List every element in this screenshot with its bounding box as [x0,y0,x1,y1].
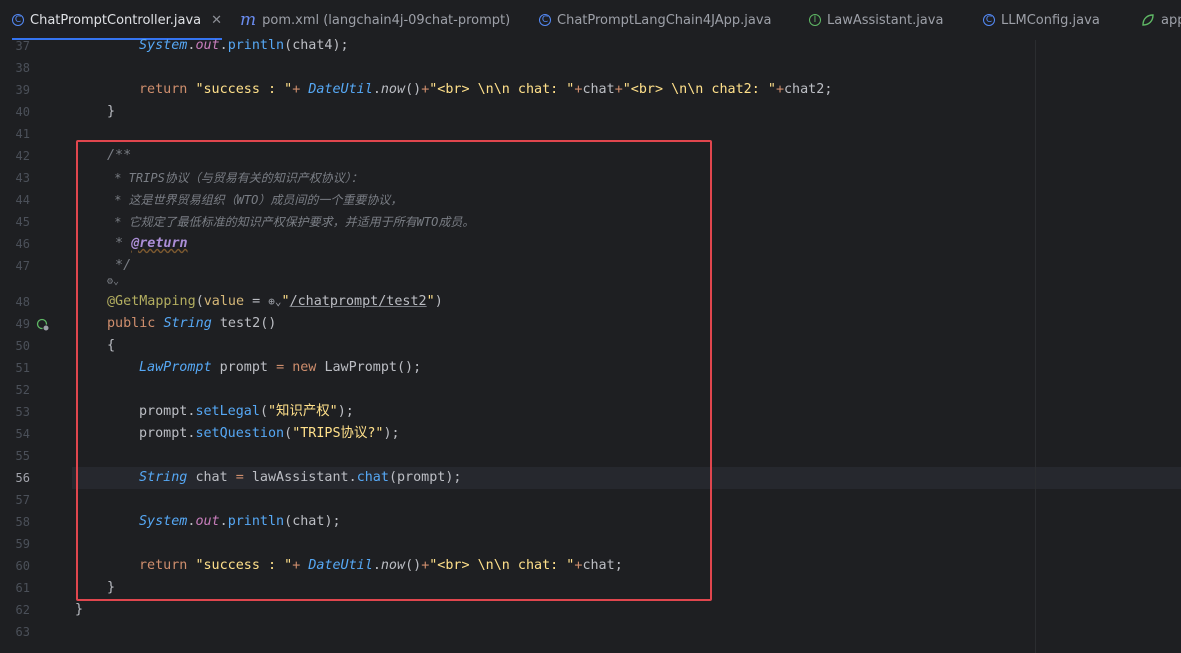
line-number: 46 [15,237,30,251]
line-number: 45 [15,215,30,229]
javadoc-return: * @return [107,236,188,251]
class-icon: C [12,14,24,26]
right-margin-guide [1035,40,1036,653]
line-number: 41 [15,127,30,141]
code-line-current: String chat = lawAssistant.chat(prompt); [139,470,462,485]
line-number: 60 [15,559,30,573]
javadoc-start: /** [107,148,132,163]
properties-icon [1141,13,1155,27]
line-number: 43 [15,171,30,185]
tab-llmconfig[interactable]: C LLMConfig.java [983,0,1100,40]
code-line: System.out.println(chat); [139,514,341,529]
class-icon: C [983,14,995,26]
line-number: 42 [15,149,30,163]
springboot-class-icon: C [539,14,551,26]
javadoc-line: * 这是世界贸易组织（WTO）成员间的一个重要协议， [107,193,403,207]
tab-chatpromptlangchain4japp[interactable]: C ChatPromptLangChain4JApp.java [539,0,772,40]
line-number: 58 [15,515,30,529]
ai-assistant-inlay-icon[interactable]: ⚙⌄ [107,274,119,290]
javadoc-line: * TRIPS协议（与贸易有关的知识产权协议）： [107,171,363,185]
javadoc-return-tag: @return [131,236,188,251]
close-icon[interactable]: ✕ [211,13,222,28]
tab-label: ChatPromptLangChain4JApp.java [557,12,772,28]
tab-label: pom.xml (langchain4j-09chat-prompt) [262,12,511,28]
code-editor[interactable]: 37 38 39 40 41 42 43 44 45 46 47 48 49 5… [0,38,1181,653]
line-number: 61 [15,581,30,595]
line-number: 40 [15,105,30,119]
code-line: return "success : "+ DateUtil.now()+"<br… [139,82,833,97]
line-number: 49 [15,317,30,331]
line-number: 51 [15,361,30,375]
line-number: 52 [15,383,30,397]
line-number: 50 [15,339,30,353]
line-number: 54 [15,427,30,441]
line-number: 48 [15,295,30,309]
code-line: } [75,602,84,617]
line-number: 38 [15,61,30,75]
tab-label: app [1161,12,1181,28]
code-line: } [107,580,116,595]
line-number: 37 [15,39,30,53]
line-number: 63 [15,625,30,639]
code-line: { [107,338,116,353]
code-line: prompt.setLegal("知识产权"); [139,404,354,419]
code-line: prompt.setQuestion("TRIPS协议?"); [139,426,400,441]
code-line: } [107,104,116,119]
line-number: 39 [15,83,30,97]
line-number-gutter[interactable]: 37 38 39 40 41 42 43 44 45 46 47 48 49 5… [0,39,72,653]
line-number: 62 [15,603,30,617]
code-line: return "success : "+ DateUtil.now()+"<br… [139,558,623,573]
line-number-current: 56 [15,471,30,485]
tab-chatpromptcontroller[interactable]: C ChatPromptController.java ✕ [12,0,223,40]
javadoc-line: * 它规定了最低标准的知识产权保护要求，并适用于所有WTO成员。 [107,215,475,229]
line-number: 59 [15,537,30,551]
code-line: System.out.println(chat4); [139,38,349,53]
line-number: 47 [15,259,30,273]
interface-icon: I [809,14,821,26]
tab-app-properties[interactable]: app [1141,0,1181,40]
code-line: LawPrompt prompt = new LawPrompt(); [139,360,422,375]
tab-pom-xml[interactable]: m pom.xml (langchain4j-09chat-prompt) [240,0,510,40]
globe-icon[interactable]: ⊕⌄ [268,295,281,308]
line-number: 55 [15,449,30,463]
tab-label: LawAssistant.java [827,12,944,28]
endpoint-gutter-icon[interactable] [36,317,50,336]
line-number: 53 [15,405,30,419]
tab-lawassistant[interactable]: I LawAssistant.java [809,0,943,40]
code-line: @GetMapping(value = ⊕⌄"/chatprompt/test2… [107,294,443,309]
code-line: public String test2() [107,316,277,331]
line-number: 57 [15,493,30,507]
tab-label: LLMConfig.java [1001,12,1100,28]
tab-label: ChatPromptController.java [30,12,202,28]
line-number: 44 [15,193,30,207]
endpoint-url-link[interactable]: /chatprompt/test2 [290,294,427,309]
maven-icon: m [240,10,257,30]
